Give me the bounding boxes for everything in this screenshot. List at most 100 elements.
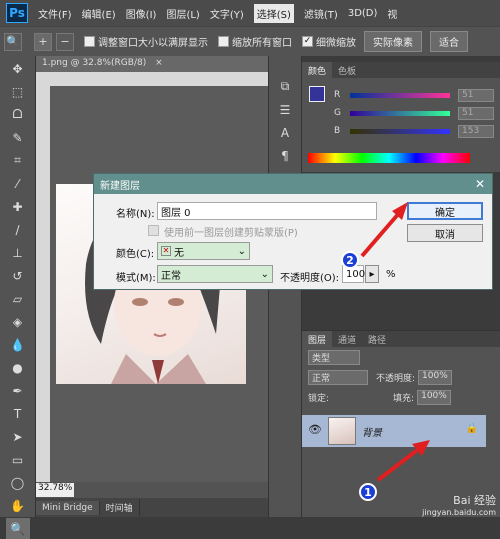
chevron-down-icon: ⌄ <box>260 268 269 280</box>
layer-name[interactable]: 背景 <box>362 424 382 439</box>
name-label: 名称(N): <box>116 209 155 220</box>
paragraph-panel-icon[interactable]: ¶ <box>273 145 297 166</box>
blur-tool-icon[interactable]: 💧 <box>6 334 30 355</box>
clone-stamp-tool-icon[interactable]: ⊥ <box>6 242 30 263</box>
layer-color-select[interactable]: ✕ 无 ⌄ <box>157 242 250 260</box>
menu-type[interactable]: 文字(Y) <box>210 6 244 21</box>
menu-3d[interactable]: 3D(D) <box>348 8 378 19</box>
fill-field[interactable]: 100% <box>417 389 452 405</box>
zoom-out-icon[interactable]: − <box>56 32 74 51</box>
new-layer-dialog: 新建图层 ✕ 名称(N): 图层 0 使用前一图层创建剪贴蒙版(P) 颜色(C)… <box>93 173 493 290</box>
blend-mode-dialog-value: 正常 <box>161 270 181 282</box>
chevron-down-icon: ⌄ <box>237 245 246 257</box>
zoom-tool-icon[interactable]: 🔍 <box>5 518 30 539</box>
ok-button[interactable]: 确定 <box>407 202 483 220</box>
menu-view[interactable]: 视 <box>387 6 397 21</box>
tab-channels[interactable]: 通道 <box>332 331 362 347</box>
photoshop-logo: Ps <box>6 3 28 23</box>
document-tab[interactable]: 1.png @ 32.8%(RGB/8) × <box>36 56 268 72</box>
layer-opacity-field[interactable]: 100% <box>418 369 453 385</box>
zoom-level-field[interactable]: 32.78% <box>36 483 74 497</box>
ruler-horizontal <box>36 72 268 86</box>
opacity-stepper-button[interactable]: ▸ <box>365 265 379 283</box>
tab-layers[interactable]: 图层 <box>302 331 333 347</box>
red-slider-row: R 51 <box>302 86 500 104</box>
green-slider-row: G 51 <box>302 104 500 122</box>
history-brush-tool-icon[interactable]: ↺ <box>6 265 30 286</box>
step-badge-2: 2 <box>341 251 359 269</box>
blue-slider-row: B 153 <box>302 122 500 140</box>
path-select-tool-icon[interactable]: ➤ <box>6 426 30 447</box>
red-value-field[interactable]: 51 <box>458 88 494 102</box>
fit-screen-button[interactable]: 适合 <box>430 31 468 52</box>
dodge-tool-icon[interactable]: ● <box>6 357 30 378</box>
properties-panel-icon[interactable]: ☰ <box>273 99 297 120</box>
eyedropper-tool-icon[interactable]: ⁄ <box>6 173 30 194</box>
status-bar: 32.78% <box>36 482 268 498</box>
red-slider[interactable] <box>350 92 450 98</box>
cancel-button[interactable]: 取消 <box>407 224 483 242</box>
watermark-line2: jingyan.baidu.com <box>422 508 496 517</box>
healing-brush-tool-icon[interactable]: ✚ <box>6 196 30 217</box>
zoom-tool-preset-icon[interactable]: 🔍 <box>4 32 22 51</box>
history-panel-icon[interactable]: ⧉ <box>273 76 297 97</box>
menu-layer[interactable]: 图层(L) <box>166 6 199 21</box>
blue-slider[interactable] <box>350 128 450 134</box>
tab-paths[interactable]: 路径 <box>362 331 392 347</box>
tab-color[interactable]: 颜色 <box>302 62 333 78</box>
blend-mode-dialog-select[interactable]: 正常 ⌄ <box>157 265 273 283</box>
dialog-opacity-label: 不透明度(O): <box>280 273 340 284</box>
document-close-icon[interactable]: × <box>155 58 163 68</box>
menu-select[interactable]: 选择(S) <box>253 3 294 23</box>
menu-edit[interactable]: 编辑(E) <box>82 6 116 21</box>
actual-pixels-button[interactable]: 实际像素 <box>364 31 422 52</box>
quick-select-tool-icon[interactable]: ✎ <box>6 127 30 148</box>
dialog-close-icon[interactable]: ✕ <box>475 177 485 191</box>
zoom-in-icon[interactable]: + <box>34 32 52 51</box>
green-slider[interactable] <box>350 110 450 116</box>
color-spectrum-bar[interactable] <box>308 153 470 163</box>
tab-timeline[interactable]: 时间轴 <box>100 499 140 516</box>
scrubby-zoom-checkbox[interactable]: ✓ <box>302 36 313 47</box>
blue-label: B <box>334 126 341 136</box>
move-tool-icon[interactable]: ✥ <box>6 58 30 79</box>
step-badge-1: 1 <box>359 483 377 501</box>
layer-lock-icon[interactable]: 🔒 <box>466 423 478 434</box>
layer-color-value: 无 <box>174 247 184 259</box>
green-value-field[interactable]: 51 <box>458 106 494 120</box>
menu-file[interactable]: 文件(F) <box>38 6 72 21</box>
bottom-panel-tabs: Mini Bridge 时间轴 <box>36 498 268 517</box>
type-tool-icon[interactable]: T <box>6 403 30 424</box>
foreground-color-swatch[interactable] <box>309 86 325 102</box>
watermark: Bai 经验 jingyan.baidu.com <box>422 492 496 517</box>
options-bar: 🔍 + − 调整窗口大小以满屏显示 缩放所有窗口 ✓ 细微缩放 实际像素 适合 <box>0 26 500 56</box>
visibility-eye-icon[interactable]: 👁 <box>308 423 322 436</box>
red-label: R <box>334 90 341 100</box>
eraser-tool-icon[interactable]: ▱ <box>6 288 30 309</box>
menu-filter[interactable]: 滤镜(T) <box>304 6 338 21</box>
zoom-all-checkbox[interactable] <box>218 36 229 47</box>
tab-swatches[interactable]: 色板 <box>332 62 362 78</box>
character-panel-icon[interactable]: A <box>273 122 297 143</box>
lasso-tool-icon[interactable]: ᗝ <box>6 104 30 125</box>
blend-mode-select[interactable]: 正常 <box>308 369 368 385</box>
clipping-mask-checkbox[interactable] <box>148 225 159 236</box>
layer-name-input[interactable]: 图层 0 <box>157 202 377 220</box>
resize-windows-checkbox[interactable] <box>84 36 95 47</box>
layer-filter-select[interactable]: 类型 <box>308 349 360 365</box>
layer-thumbnail[interactable] <box>328 417 356 445</box>
marquee-tool-icon[interactable]: ⬚ <box>6 81 30 102</box>
paint-bucket-tool-icon[interactable]: ◈ <box>6 311 30 332</box>
tab-mini-bridge[interactable]: Mini Bridge <box>36 500 100 515</box>
crop-tool-icon[interactable]: ⌗ <box>6 150 30 171</box>
resize-windows-label: 调整窗口大小以满屏显示 <box>98 38 208 49</box>
hand-tool-icon[interactable]: ✋ <box>6 495 30 516</box>
ellipse-tool-icon[interactable]: ◯ <box>6 472 30 493</box>
green-label: G <box>334 108 341 118</box>
shape-tool-icon[interactable]: ▭ <box>6 449 30 470</box>
blue-value-field[interactable]: 153 <box>458 124 494 138</box>
menu-image[interactable]: 图像(I) <box>126 6 157 21</box>
brush-tool-icon[interactable]: ∕ <box>6 219 30 240</box>
pen-tool-icon[interactable]: ✒ <box>6 380 30 401</box>
lock-label: 锁定: <box>308 393 330 404</box>
